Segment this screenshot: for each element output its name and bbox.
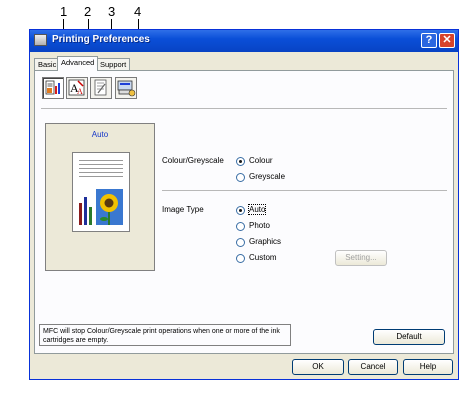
- preview-label: Auto: [91, 130, 109, 139]
- page-setting-icon: [94, 79, 107, 96]
- photo-radio-button[interactable]: [236, 222, 245, 231]
- printing-preferences-dialog: Printing Preferences ? ✕ Basic Advanced …: [29, 29, 459, 380]
- preview-box: Auto: [45, 123, 155, 271]
- greyscale-radio-button[interactable]: [236, 173, 245, 182]
- colour-radio-label: Colour: [249, 156, 273, 165]
- custom-radio-button[interactable]: [236, 254, 245, 263]
- device-options-button[interactable]: [115, 77, 137, 99]
- svg-text:A: A: [77, 87, 83, 96]
- print-quality-button[interactable]: [42, 77, 64, 99]
- help-title-button[interactable]: ?: [421, 33, 437, 48]
- callout-3: 3: [108, 4, 116, 19]
- callout-2: 2: [84, 4, 92, 19]
- default-button[interactable]: Default: [373, 329, 445, 345]
- tab-advanced[interactable]: Advanced: [57, 56, 99, 71]
- callout-1: 1: [60, 4, 68, 19]
- close-button[interactable]: ✕: [439, 33, 455, 48]
- sunflower-chart-image: [79, 189, 123, 225]
- doc-line: [79, 176, 123, 177]
- auto-radio-label: Auto: [247, 204, 267, 215]
- doc-line: [79, 164, 123, 165]
- document-preview: [72, 152, 130, 232]
- ok-button[interactable]: OK: [292, 359, 344, 375]
- watermark-button[interactable]: A A: [66, 77, 88, 99]
- setting-button[interactable]: Setting...: [335, 250, 387, 266]
- photo-radio-label: Photo: [249, 221, 270, 230]
- tab-support[interactable]: Support: [96, 58, 131, 70]
- toolbar-separator: [41, 108, 447, 109]
- device-options-icon: [117, 80, 136, 97]
- custom-radio-label: Custom: [249, 253, 277, 262]
- page-setting-button[interactable]: [90, 77, 112, 99]
- colour-radio-button[interactable]: [236, 157, 245, 166]
- advanced-panel: A A Auto Colour/Greyscale Colour Greysca…: [34, 70, 454, 354]
- printer-icon: [34, 34, 47, 46]
- title-bar[interactable]: Printing Preferences ? ✕: [30, 30, 458, 52]
- greyscale-radio-label: Greyscale: [249, 172, 286, 181]
- callout-4: 4: [134, 4, 142, 19]
- colour-greyscale-label: Colour/Greyscale: [162, 156, 224, 165]
- image-type-label: Image Type: [162, 205, 204, 214]
- auto-radio-button[interactable]: [236, 206, 245, 215]
- doc-line: [79, 172, 123, 173]
- graphics-radio-label: Graphics: [249, 237, 282, 246]
- window-title: Printing Preferences: [52, 34, 150, 45]
- print-quality-icon: [45, 80, 60, 95]
- doc-line: [79, 160, 123, 161]
- watermark-icon: A A: [68, 79, 85, 96]
- info-message-box: MFC will stop Colour/Greyscale print ope…: [39, 324, 291, 346]
- cancel-button[interactable]: Cancel: [348, 359, 398, 375]
- info-message: MFC will stop Colour/Greyscale print ope…: [43, 328, 280, 344]
- section-separator: [162, 190, 447, 191]
- doc-line: [79, 168, 123, 169]
- help-button[interactable]: Help: [403, 359, 453, 375]
- graphics-radio-button[interactable]: [236, 238, 245, 247]
